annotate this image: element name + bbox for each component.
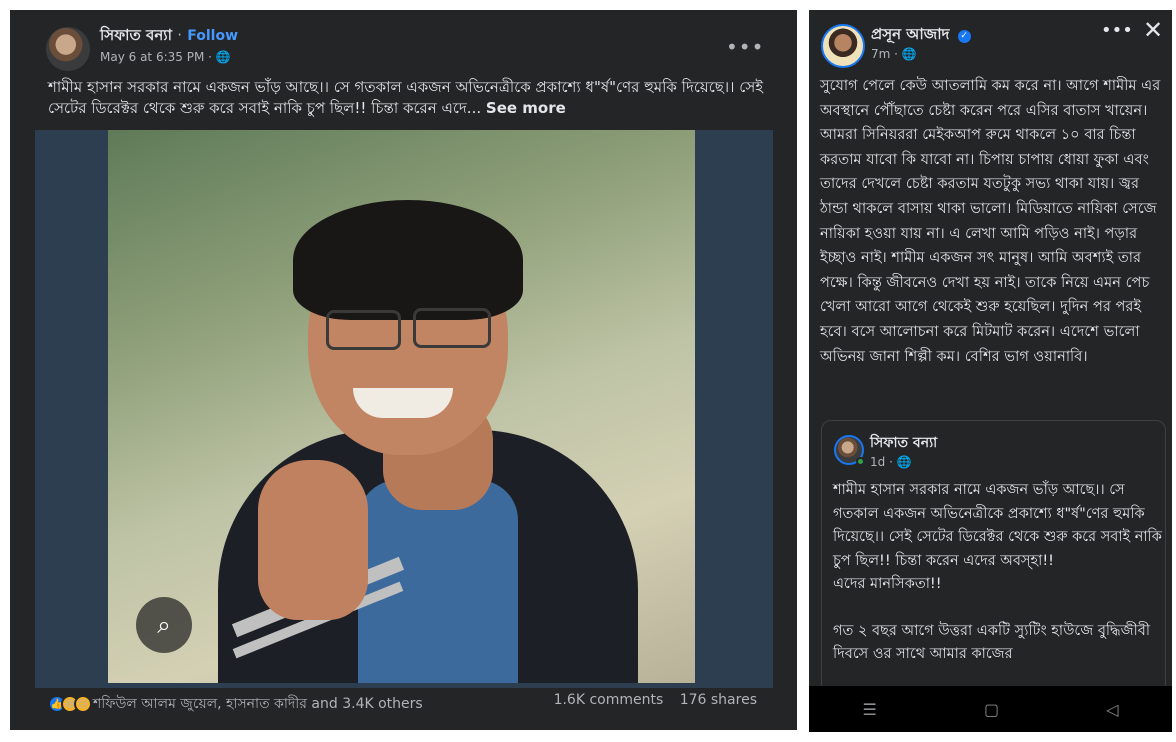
post-text: শামীম হাসান সরকার নামে একজন ভাঁড় আছে।। …: [48, 77, 768, 119]
post-body: শামীম হাসান সরকার নামে একজন ভাঁড় আছে।। …: [48, 78, 764, 117]
shared-paragraph-3: গত ২ বছর আগে উত্তরা একটি স্যুটিং হাউজে ব…: [833, 622, 1151, 663]
shares-count[interactable]: 176 shares: [680, 692, 757, 708]
post-author-name[interactable]: সিফাত বন্যা: [100, 26, 172, 44]
comments-count[interactable]: 1.6K comments: [554, 692, 664, 708]
more-dots-icon[interactable]: •••: [726, 35, 764, 59]
reactions-summary[interactable]: 👍 😆 😢 শফিউল আলম জুয়েল, হাসনাত কাদীর and…: [48, 692, 423, 716]
author-avatar[interactable]: [821, 24, 865, 68]
globe-icon: 🌐: [896, 455, 912, 469]
post-meta: May 6 at 6:35 PM · 🌐: [100, 50, 231, 64]
left-post-panel: সিফাত বন্যা · Follow May 6 at 6:35 PM · …: [10, 10, 797, 730]
see-more-link[interactable]: See more: [486, 99, 566, 117]
author-separator: ·: [177, 26, 183, 44]
post-body: সুযোগ পেলে কেউ আতলামি কম করে না। আগে শাম…: [820, 77, 1161, 365]
post-timestamp[interactable]: 7m: [871, 47, 890, 61]
author-avatar[interactable]: [46, 27, 90, 71]
home-icon[interactable]: ▢: [984, 700, 999, 719]
system-nav-bar: ☰ ▢ ◁: [809, 686, 1172, 732]
verified-badge-icon: ✓: [957, 30, 971, 43]
close-icon[interactable]: ✕: [1143, 16, 1163, 44]
shared-timestamp[interactable]: 1d: [870, 455, 885, 469]
reactions-text: শফিউল আলম জুয়েল, হাসনাত কাদীর and 3.4K …: [93, 696, 423, 712]
post-timestamp[interactable]: May 6 at 6:35 PM: [100, 50, 204, 64]
reaction-icons: 👍 😆 😢: [48, 695, 92, 713]
meta-separator: ·: [208, 50, 212, 64]
post-author-name[interactable]: প্রসূন আজাদ: [871, 25, 949, 43]
post-photo[interactable]: [108, 130, 695, 683]
back-icon[interactable]: ◁: [1106, 700, 1118, 719]
shared-post-meta: 1d · 🌐: [870, 455, 912, 469]
follow-button[interactable]: Follow: [187, 28, 238, 44]
right-post-panel: প্রসূন আজাদ ✓ 7m · 🌐 ••• ✕ সুযোগ পেলে কে…: [809, 10, 1172, 732]
meta-separator: ·: [894, 47, 898, 61]
lens-icon[interactable]: ⌕: [136, 597, 192, 653]
online-status-icon: [856, 457, 865, 466]
post-author-line: সিফাত বন্যা · Follow: [100, 24, 238, 49]
more-dots-icon[interactable]: •••: [1101, 20, 1133, 41]
meta-separator: ·: [889, 455, 893, 469]
post-meta: 7m · 🌐: [871, 47, 917, 61]
globe-icon: 🌐: [901, 47, 917, 61]
shared-author-name[interactable]: সিফাত বন্যা: [870, 431, 937, 455]
recent-apps-icon[interactable]: ☰: [863, 700, 877, 719]
engagement-counts: 1.6K comments 176 shares: [554, 692, 757, 708]
post-author-line: প্রসূন আজাদ ✓: [871, 23, 971, 48]
globe-icon: 🌐: [215, 50, 231, 64]
sad-icon: 😢: [74, 695, 92, 713]
shared-paragraph-1: শামীম হাসান সরকার নামে একজন ভাঁড় আছে।। …: [833, 482, 1162, 569]
shared-post-text: শামীম হাসান সরকার নামে একজন ভাঁড় আছে।। …: [833, 479, 1163, 667]
shared-paragraph-2: এদের মানসিকতা!!: [833, 576, 942, 592]
shared-post-card[interactable]: সিফাত বন্যা 1d · 🌐 শামীম হাসান সরকার নাম…: [821, 420, 1166, 710]
